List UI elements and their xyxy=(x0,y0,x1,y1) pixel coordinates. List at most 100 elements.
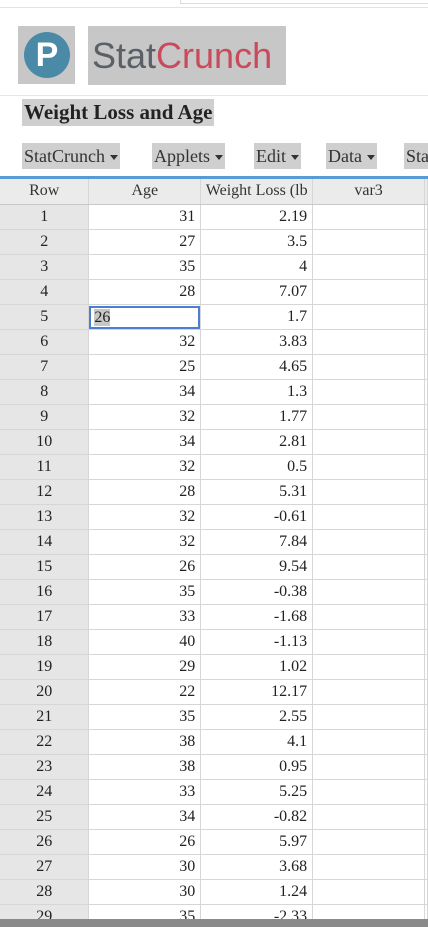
statcrunch-logo[interactable]: StatCrunch xyxy=(88,26,286,85)
var3-cell[interactable] xyxy=(312,354,425,380)
var3-cell[interactable] xyxy=(312,504,425,530)
age-cell[interactable]: 25 xyxy=(88,354,202,380)
age-cell[interactable]: 38 xyxy=(88,729,202,755)
var3-cell[interactable] xyxy=(312,404,425,430)
age-cell[interactable]: 30 xyxy=(88,879,202,905)
age-cell[interactable]: 32 xyxy=(88,329,202,355)
age-cell-editing[interactable]: 26 xyxy=(88,304,202,330)
weight-loss-cell[interactable]: -1.13 xyxy=(200,629,314,655)
age-cell[interactable]: 27 xyxy=(88,229,202,255)
age-cell[interactable]: 34 xyxy=(88,804,202,830)
age-cell[interactable]: 32 xyxy=(88,404,202,430)
row-number-cell[interactable]: 12 xyxy=(0,479,90,505)
age-cell[interactable]: 33 xyxy=(88,604,202,630)
var3-cell[interactable] xyxy=(312,329,425,355)
var3-cell[interactable] xyxy=(312,654,425,680)
weight-loss-cell[interactable]: 7.84 xyxy=(200,529,314,555)
weight-loss-cell[interactable]: 5.25 xyxy=(200,779,314,805)
row-number-cell[interactable]: 27 xyxy=(0,854,90,880)
age-cell[interactable]: 38 xyxy=(88,754,202,780)
var3-cell[interactable] xyxy=(312,204,425,230)
row-number-cell[interactable]: 21 xyxy=(0,704,90,730)
row-number-cell[interactable]: 10 xyxy=(0,429,90,455)
row-number-cell[interactable]: 4 xyxy=(0,279,90,305)
weight-loss-cell[interactable]: 1.24 xyxy=(200,879,314,905)
menu-applets[interactable]: Applets xyxy=(152,143,225,169)
weight-loss-cell[interactable]: 2.81 xyxy=(200,429,314,455)
row-number-cell[interactable]: 9 xyxy=(0,404,90,430)
row-number-cell[interactable]: 14 xyxy=(0,529,90,555)
var3-cell[interactable] xyxy=(312,429,425,455)
age-cell[interactable]: 26 xyxy=(88,829,202,855)
row-number-cell[interactable]: 24 xyxy=(0,779,90,805)
weight-loss-cell[interactable]: -0.38 xyxy=(200,579,314,605)
pearson-logo[interactable]: P xyxy=(18,26,75,84)
weight-loss-cell[interactable]: 12.17 xyxy=(200,679,314,705)
row-number-cell[interactable]: 5 xyxy=(0,304,90,330)
age-cell[interactable]: 32 xyxy=(88,504,202,530)
weight-loss-cell[interactable]: 4.65 xyxy=(200,354,314,380)
row-number-cell[interactable]: 19 xyxy=(0,654,90,680)
age-cell[interactable]: 34 xyxy=(88,429,202,455)
weight-loss-cell[interactable]: 4.1 xyxy=(200,729,314,755)
age-cell[interactable]: 29 xyxy=(88,654,202,680)
var3-cell[interactable] xyxy=(312,254,425,280)
age-cell[interactable]: 30 xyxy=(88,854,202,880)
age-cell[interactable]: 32 xyxy=(88,454,202,480)
menu-edit[interactable]: Edit xyxy=(254,143,301,169)
menu-statcrunch[interactable]: StatCrunch xyxy=(22,143,120,169)
var3-cell[interactable] xyxy=(312,304,425,330)
menu-data[interactable]: Data xyxy=(326,143,377,169)
var3-cell[interactable] xyxy=(312,779,425,805)
header-row-number[interactable]: Row xyxy=(0,179,90,205)
weight-loss-cell[interactable]: -0.82 xyxy=(200,804,314,830)
menu-stat[interactable]: Stat xyxy=(404,143,428,169)
header-age[interactable]: Age xyxy=(88,179,202,205)
row-number-cell[interactable]: 23 xyxy=(0,754,90,780)
row-number-cell[interactable]: 13 xyxy=(0,504,90,530)
age-cell[interactable]: 31 xyxy=(88,204,202,230)
weight-loss-cell[interactable]: 9.54 xyxy=(200,554,314,580)
header-weight-loss[interactable]: Weight Loss (lb xyxy=(200,179,314,205)
weight-loss-cell[interactable]: 2.55 xyxy=(200,704,314,730)
weight-loss-cell[interactable]: 0.5 xyxy=(200,454,314,480)
weight-loss-cell[interactable]: 4 xyxy=(200,254,314,280)
age-cell[interactable]: 26 xyxy=(88,554,202,580)
weight-loss-cell[interactable]: 3.83 xyxy=(200,329,314,355)
row-number-cell[interactable]: 8 xyxy=(0,379,90,405)
weight-loss-cell[interactable]: 1.7 xyxy=(200,304,314,330)
row-number-cell[interactable]: 15 xyxy=(0,554,90,580)
var3-cell[interactable] xyxy=(312,854,425,880)
row-number-cell[interactable]: 1 xyxy=(0,204,90,230)
row-number-cell[interactable]: 25 xyxy=(0,804,90,830)
row-number-cell[interactable]: 2 xyxy=(0,229,90,255)
var3-cell[interactable] xyxy=(312,579,425,605)
row-number-cell[interactable]: 20 xyxy=(0,679,90,705)
var3-cell[interactable] xyxy=(312,379,425,405)
header-var3[interactable]: var3 xyxy=(312,179,425,205)
var3-cell[interactable] xyxy=(312,604,425,630)
var3-cell[interactable] xyxy=(312,804,425,830)
row-number-cell[interactable]: 7 xyxy=(0,354,90,380)
weight-loss-cell[interactable]: 1.3 xyxy=(200,379,314,405)
weight-loss-cell[interactable]: 3.68 xyxy=(200,854,314,880)
weight-loss-cell[interactable]: 0.95 xyxy=(200,754,314,780)
weight-loss-cell[interactable]: -0.61 xyxy=(200,504,314,530)
weight-loss-cell[interactable]: 1.02 xyxy=(200,654,314,680)
var3-cell[interactable] xyxy=(312,529,425,555)
row-number-cell[interactable]: 22 xyxy=(0,729,90,755)
var3-cell[interactable] xyxy=(312,879,425,905)
age-cell[interactable]: 22 xyxy=(88,679,202,705)
age-cell[interactable]: 34 xyxy=(88,379,202,405)
row-number-cell[interactable]: 16 xyxy=(0,579,90,605)
var3-cell[interactable] xyxy=(312,729,425,755)
age-cell[interactable]: 33 xyxy=(88,779,202,805)
row-number-cell[interactable]: 11 xyxy=(0,454,90,480)
var3-cell[interactable] xyxy=(312,279,425,305)
var3-cell[interactable] xyxy=(312,754,425,780)
age-cell[interactable]: 35 xyxy=(88,254,202,280)
cell-edit-input[interactable]: 26 xyxy=(89,305,200,328)
age-cell[interactable]: 35 xyxy=(88,704,202,730)
var3-cell[interactable] xyxy=(312,629,425,655)
row-number-cell[interactable]: 6 xyxy=(0,329,90,355)
